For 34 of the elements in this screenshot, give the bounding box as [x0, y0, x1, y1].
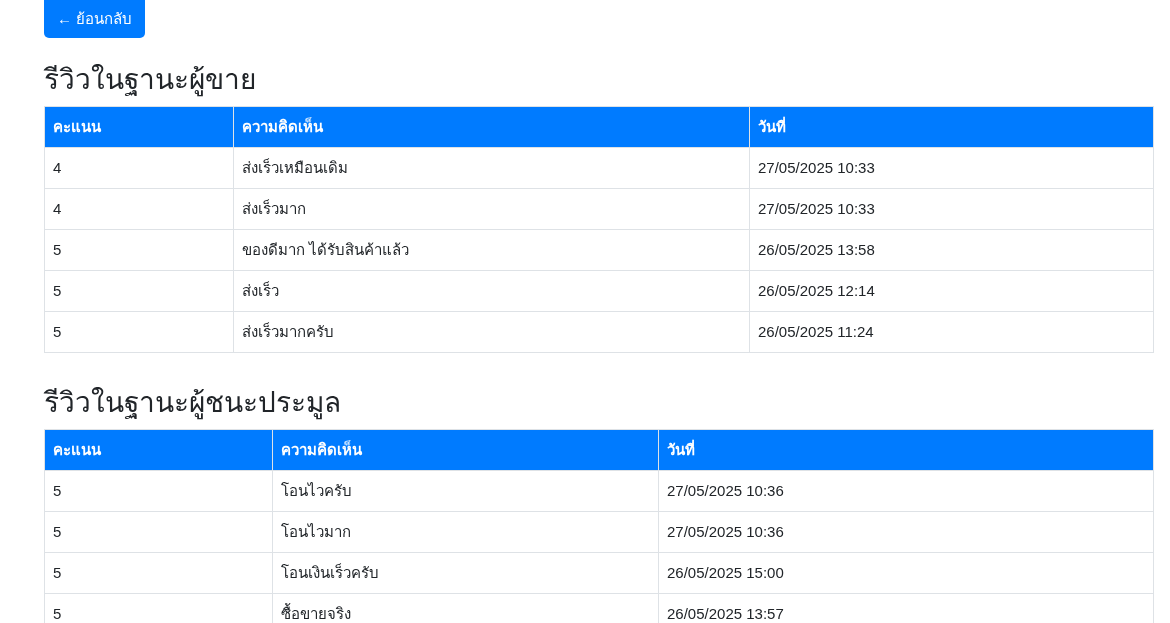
- table-cell: 27/05/2025 10:36: [658, 470, 1154, 512]
- back-button[interactable]: ← ย้อนกลับ: [44, 0, 146, 38]
- table-cell: 4: [44, 188, 234, 230]
- table-cell: ส่งเร็วมากครับ: [233, 311, 750, 353]
- table-cell: 5: [44, 593, 273, 623]
- table-cell: ส่งเร็ว: [233, 270, 750, 312]
- table-cell: 5: [44, 511, 273, 553]
- table-cell: 5: [44, 470, 273, 512]
- table-cell: 5: [44, 552, 273, 594]
- table-cell: 26/05/2025 15:00: [658, 552, 1154, 594]
- table-cell: ของดีมาก ได้รับสินค้าแล้ว: [233, 229, 750, 271]
- table-cell: ส่งเร็วมาก: [233, 188, 750, 230]
- table-cell: 5: [44, 229, 234, 271]
- column-header: คะแนน: [44, 106, 234, 148]
- table-cell: 5: [44, 270, 234, 312]
- table-cell: 26/05/2025 12:14: [749, 270, 1154, 312]
- table-cell: 5: [44, 311, 234, 353]
- table-cell: ส่งเร็วเหมือนเดิม: [233, 147, 750, 189]
- section-heading: รีวิวในฐานะผู้ชนะประมูล: [44, 386, 342, 422]
- table-cell: 27/05/2025 10:36: [658, 511, 1154, 553]
- column-header: ความคิดเห็น: [233, 106, 750, 148]
- column-header: ความคิดเห็น: [272, 429, 659, 471]
- column-header: วันที่: [749, 106, 1154, 148]
- table-cell: โอนไวมาก: [272, 511, 659, 553]
- section-heading: รีวิวในฐานะผู้ขาย: [44, 63, 257, 99]
- table-cell: 26/05/2025 11:24: [749, 311, 1154, 353]
- table-cell: โอนไวครับ: [272, 470, 659, 512]
- table-cell: 27/05/2025 10:33: [749, 147, 1154, 189]
- table-cell: 26/05/2025 13:58: [749, 229, 1154, 271]
- table-cell: โอนเงินเร็วครับ: [272, 552, 659, 594]
- column-header: คะแนน: [44, 429, 273, 471]
- table-cell: 4: [44, 147, 234, 189]
- column-header: วันที่: [658, 429, 1154, 471]
- table-cell: 27/05/2025 10:33: [749, 188, 1154, 230]
